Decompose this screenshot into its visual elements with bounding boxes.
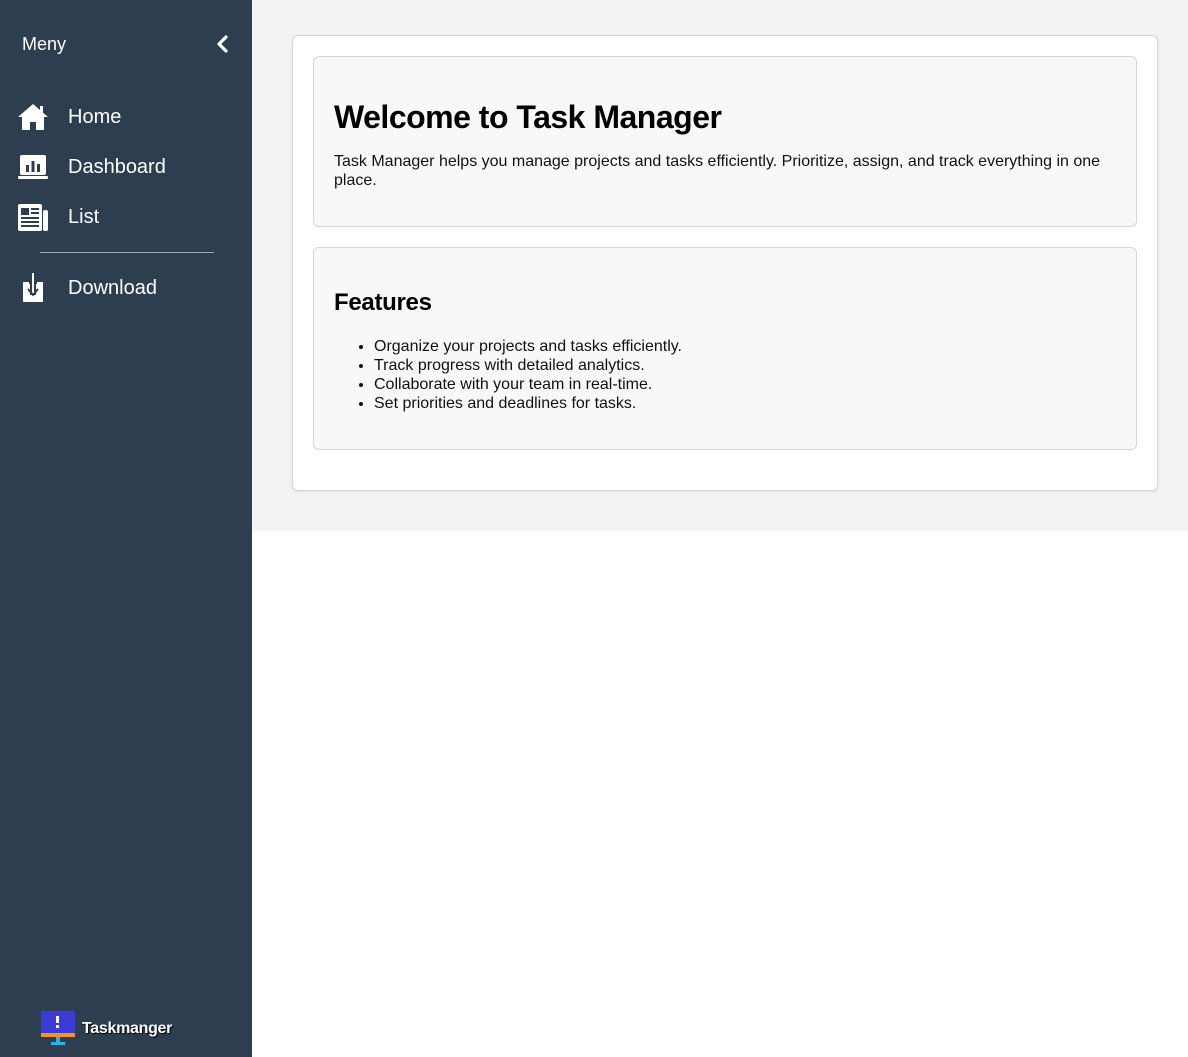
sidebar: Meny Home Dashboard List Download Taskma…	[0, 0, 252, 1057]
welcome-title: Welcome to Task Manager	[334, 99, 722, 135]
home-icon	[17, 101, 49, 133]
welcome-card: Welcome to Task Manager Task Manager hel…	[313, 56, 1137, 227]
sidebar-item-label: Download	[68, 276, 157, 299]
collapse-sidebar-button[interactable]	[208, 33, 236, 59]
download-icon	[17, 272, 49, 304]
brand-name: Taskmanger	[82, 1020, 173, 1037]
list-item: Collaborate with your team in real-time.	[374, 375, 682, 394]
list-item: Track progress with detailed analytics.	[374, 356, 682, 375]
dashboard-icon	[17, 151, 49, 183]
features-list: Organize your projects and tasks efficie…	[374, 337, 682, 413]
monitor-logo-icon	[40, 1009, 78, 1052]
welcome-description: Task Manager helps you manage projects a…	[334, 153, 1101, 189]
features-title: Features	[334, 289, 432, 316]
sidebar-divider	[40, 252, 214, 253]
sidebar-item-download[interactable]: Download	[0, 265, 252, 311]
list-item: Set priorities and deadlines for tasks.	[374, 394, 682, 413]
sidebar-item-label: List	[68, 205, 100, 228]
features-card: Features Organize your projects and task…	[313, 247, 1137, 450]
list-item: Organize your projects and tasks efficie…	[374, 337, 682, 356]
chevron-left-icon	[215, 34, 229, 58]
list-icon	[17, 201, 49, 233]
sidebar-item-list[interactable]: List	[0, 194, 252, 240]
sidebar-header: Meny	[0, 0, 252, 90]
brand-logo: Taskmanger	[40, 1009, 172, 1052]
sidebar-item-home[interactable]: Home	[0, 94, 252, 140]
sidebar-item-dashboard[interactable]: Dashboard	[0, 144, 252, 190]
sidebar-item-label: Dashboard	[68, 155, 166, 178]
sidebar-title: Meny	[22, 34, 67, 54]
sidebar-item-label: Home	[68, 105, 122, 128]
